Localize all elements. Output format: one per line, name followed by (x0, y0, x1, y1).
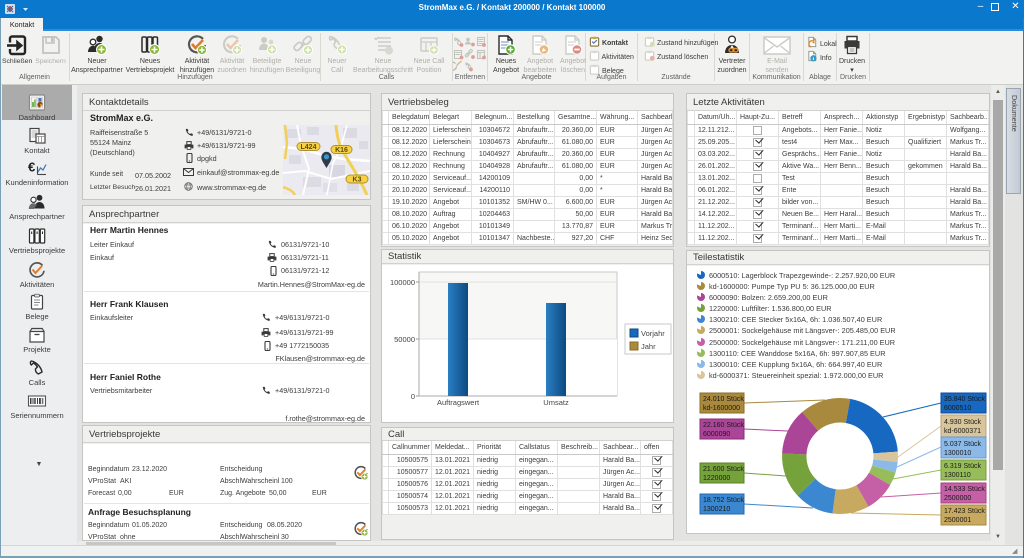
svg-text:6.319 Stück: 6.319 Stück (944, 463, 981, 470)
svg-text:K3: K3 (353, 177, 362, 184)
svg-text:100000: 100000 (390, 278, 415, 287)
svg-text:6000510: 6000510 (944, 405, 971, 412)
svg-text:Vorjahr: Vorjahr (641, 329, 665, 338)
svg-text:35.840 Stück: 35.840 Stück (944, 396, 985, 403)
svg-text:Auftragswert: Auftragswert (437, 398, 480, 407)
svg-text:18.752 Stück: 18.752 Stück (703, 497, 744, 504)
svg-text:1300110: 1300110 (944, 472, 971, 479)
svg-text:1300210: 1300210 (703, 506, 730, 513)
svg-text:€: € (28, 160, 35, 175)
svg-text:50000: 50000 (394, 335, 415, 344)
svg-text:17.423 Stück: 17.423 Stück (944, 508, 985, 515)
svg-text:24.010 Stück: 24.010 Stück (703, 396, 744, 403)
svg-text:14.533 Stück: 14.533 Stück (944, 486, 985, 493)
svg-text:2500000: 2500000 (944, 495, 971, 502)
svg-text:5.037 Stück: 5.037 Stück (944, 441, 981, 448)
svg-text:2500001: 2500001 (944, 517, 971, 524)
svg-text:kd-6000371: kd-6000371 (944, 428, 981, 435)
svg-text:1220000: 1220000 (703, 475, 730, 482)
svg-text:21.600 Stück: 21.600 Stück (703, 466, 744, 473)
svg-text:Jahr: Jahr (641, 342, 656, 351)
svg-text:6000090: 6000090 (703, 431, 730, 438)
svg-text:K16: K16 (335, 147, 348, 154)
svg-text:4.930 Stück: 4.930 Stück (944, 419, 981, 426)
svg-text:Umsatz: Umsatz (543, 398, 569, 407)
svg-text:0: 0 (411, 392, 415, 401)
svg-text:L424: L424 (301, 144, 317, 151)
svg-text:22.160 Stück: 22.160 Stück (703, 422, 744, 429)
svg-text:1300010: 1300010 (944, 450, 971, 457)
svg-text:kd-1600000: kd-1600000 (703, 405, 740, 412)
